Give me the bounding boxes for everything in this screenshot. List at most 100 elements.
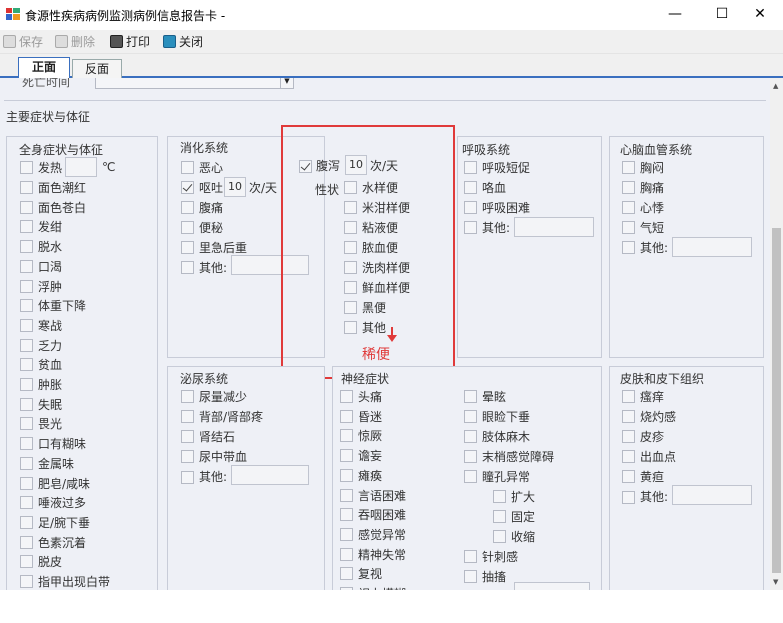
checkbox[interactable] <box>464 470 477 483</box>
digestive-other-label: 其他: <box>199 261 228 275</box>
neuro-title: 神经症状 <box>341 372 390 386</box>
neuro-other-input[interactable] <box>514 582 590 590</box>
digestive-other-checkbox[interactable] <box>181 261 194 274</box>
checkbox[interactable] <box>464 550 477 563</box>
checkbox[interactable] <box>464 390 477 403</box>
delete-button[interactable]: 删除 <box>55 34 95 50</box>
checkbox[interactable] <box>20 417 33 431</box>
fever-checkbox[interactable] <box>20 161 33 174</box>
vertical-scrollbar[interactable]: ▲ ▼ <box>770 78 783 590</box>
checkbox[interactable] <box>20 515 33 529</box>
checkbox[interactable] <box>340 429 353 443</box>
checkbox[interactable] <box>20 220 33 234</box>
checkbox[interactable] <box>464 161 477 174</box>
checkbox[interactable] <box>464 570 477 583</box>
checkbox[interactable] <box>464 430 477 443</box>
checkbox[interactable] <box>20 299 33 313</box>
checkbox-label: 里急后重 <box>199 241 248 255</box>
checkbox[interactable] <box>20 575 33 588</box>
checkbox-label: 呼吸困难 <box>482 201 531 215</box>
checkbox[interactable] <box>181 201 194 214</box>
checkbox[interactable] <box>622 450 635 463</box>
checkbox-label: 瘙痒 <box>640 390 665 404</box>
checkbox[interactable] <box>20 259 33 273</box>
checkbox[interactable] <box>340 449 353 463</box>
partial-field-label: 死亡时间 <box>22 78 71 89</box>
checkbox-label: 乏力 <box>38 338 63 353</box>
checkbox[interactable] <box>464 450 477 463</box>
respiratory-other-checkbox[interactable] <box>464 221 477 234</box>
checkbox[interactable] <box>464 181 477 194</box>
close-form-button[interactable]: 关闭 <box>163 34 203 50</box>
checkbox[interactable] <box>493 490 506 503</box>
checkbox[interactable] <box>181 410 194 423</box>
checkbox[interactable] <box>340 508 353 522</box>
checkbox[interactable] <box>20 378 33 391</box>
checkbox[interactable] <box>181 221 194 234</box>
checkbox[interactable] <box>20 535 33 549</box>
death-time-combo[interactable]: ▼ <box>95 78 294 89</box>
cardio-other-checkbox[interactable] <box>622 241 635 254</box>
checkbox[interactable] <box>20 456 33 470</box>
skin-other-input[interactable] <box>672 485 752 505</box>
checkbox[interactable] <box>493 510 506 523</box>
checkbox-label: 瘫痪 <box>358 468 383 483</box>
checkbox[interactable] <box>622 390 635 403</box>
checkbox[interactable] <box>20 496 33 510</box>
skin-other-checkbox[interactable] <box>622 491 635 504</box>
checkbox[interactable] <box>622 470 635 483</box>
checkbox[interactable] <box>622 161 635 174</box>
close-button[interactable]: ✕ <box>737 0 783 30</box>
checkbox[interactable] <box>340 527 353 541</box>
checkbox[interactable] <box>181 430 194 443</box>
tab-front[interactable]: 正面 <box>18 57 70 78</box>
checkbox[interactable] <box>340 468 353 482</box>
vomit-checkbox[interactable] <box>181 181 194 194</box>
checkbox[interactable] <box>340 547 353 561</box>
checkbox[interactable] <box>20 338 33 352</box>
chevron-down-icon[interactable]: ▼ <box>280 78 293 88</box>
checkbox[interactable] <box>340 488 353 502</box>
checkbox[interactable] <box>181 241 194 254</box>
checkbox[interactable] <box>464 410 477 423</box>
checkbox[interactable] <box>340 390 353 403</box>
minimize-button[interactable]: — <box>652 0 698 30</box>
scroll-down-icon[interactable]: ▼ <box>773 578 778 586</box>
checkbox[interactable] <box>493 530 506 543</box>
checkbox[interactable] <box>340 409 353 423</box>
checkbox[interactable] <box>181 450 194 463</box>
checkbox-label: 尿量减少 <box>199 390 248 404</box>
checkbox[interactable] <box>20 397 33 411</box>
checkbox[interactable] <box>20 200 33 214</box>
checkbox[interactable] <box>20 318 33 332</box>
checkbox[interactable] <box>622 201 635 214</box>
checkbox[interactable] <box>20 279 33 293</box>
urinary-other-checkbox[interactable] <box>181 471 194 484</box>
checkbox[interactable] <box>20 437 33 451</box>
nausea-checkbox[interactable] <box>181 161 194 174</box>
checkbox[interactable] <box>622 410 635 423</box>
checkbox[interactable] <box>622 221 635 234</box>
respiratory-other-input[interactable] <box>514 217 594 237</box>
checkbox-label: 口有糊味 <box>38 437 87 452</box>
checkbox[interactable] <box>20 476 33 490</box>
print-button[interactable]: 打印 <box>110 34 150 50</box>
checkbox[interactable] <box>20 240 33 254</box>
checkbox[interactable] <box>622 430 635 443</box>
checkbox[interactable] <box>340 567 353 581</box>
checkbox[interactable] <box>20 181 33 194</box>
cardio-other-input[interactable] <box>672 237 752 257</box>
checkbox[interactable] <box>464 201 477 214</box>
tab-back[interactable]: 反面 <box>72 59 122 78</box>
scroll-up-icon[interactable]: ▲ <box>773 82 778 90</box>
scrollbar-thumb[interactable] <box>772 228 781 573</box>
checkbox[interactable] <box>181 390 194 403</box>
checkbox[interactable] <box>20 555 33 569</box>
checkbox-label: 口渴 <box>38 259 63 274</box>
checkbox[interactable] <box>622 181 635 194</box>
urinary-other-input[interactable] <box>231 465 309 485</box>
fever-input[interactable] <box>65 157 97 177</box>
checkbox[interactable] <box>20 358 33 372</box>
save-button[interactable]: 保存 <box>3 34 43 50</box>
vomit-count-input[interactable]: 10 <box>224 177 246 197</box>
